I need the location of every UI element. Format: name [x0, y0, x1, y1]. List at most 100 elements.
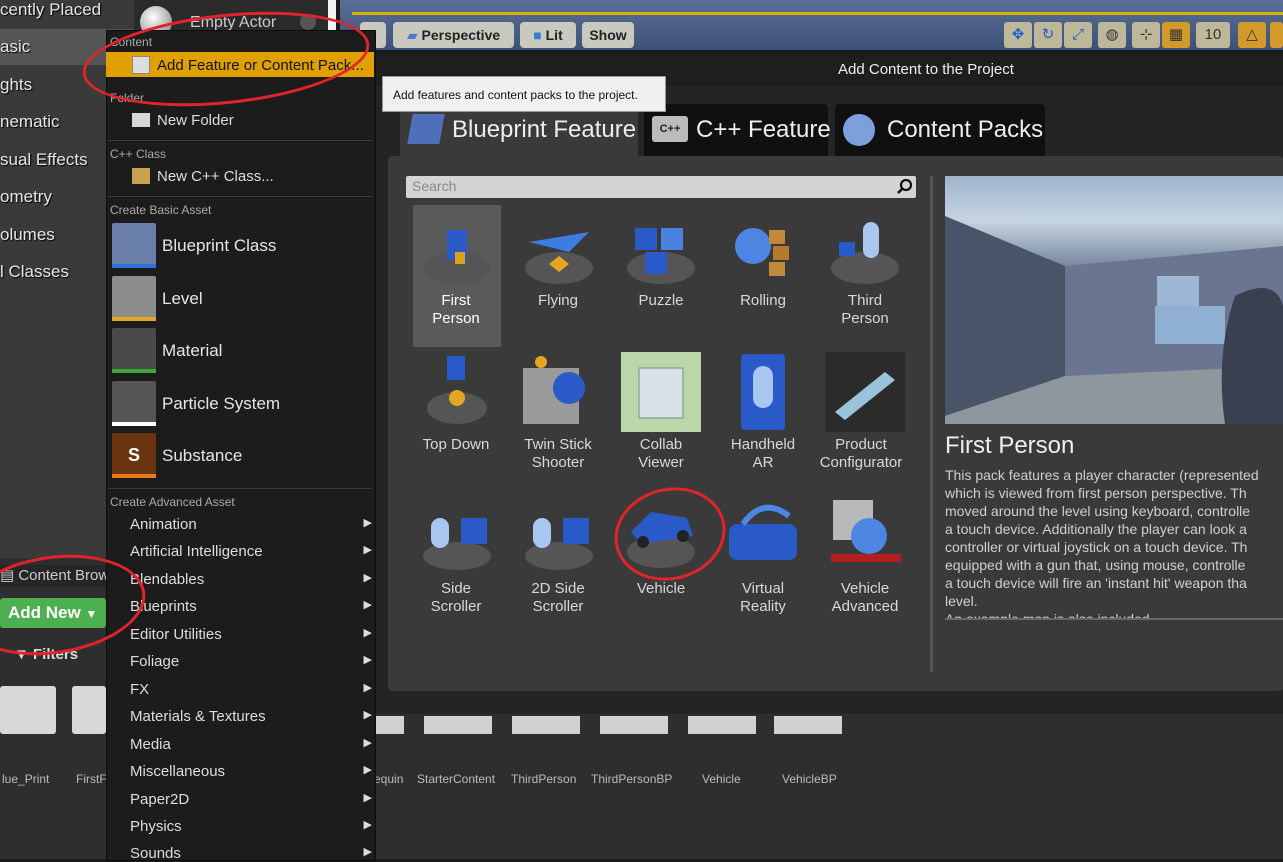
rolling-icon[interactable] — [723, 212, 803, 292]
blueprint-class-item[interactable]: Blueprint Class — [162, 236, 276, 256]
material-item[interactable]: Material — [162, 341, 222, 361]
blueprint-class-icon — [112, 223, 156, 267]
preview-separator — [945, 618, 1283, 620]
particle-system-item[interactable]: Particle System — [162, 394, 280, 414]
2d-side-scroller-icon[interactable] — [519, 496, 599, 576]
flying-icon[interactable] — [519, 212, 599, 292]
menu-separator — [108, 140, 372, 141]
dialog-title: Add Content to the Project — [838, 61, 1014, 78]
substance-item[interactable]: Substance — [162, 446, 242, 466]
asset-label: StarterContent — [417, 772, 496, 786]
tile-label-third-person[interactable]: Third Person — [815, 292, 915, 328]
level-item[interactable]: Level — [162, 289, 203, 309]
splitter[interactable] — [930, 176, 933, 672]
asset-thumbnail[interactable] — [424, 716, 492, 734]
asset-thumbnail[interactable] — [688, 716, 756, 734]
tile-label-product-configurator[interactable]: Product Configurator — [815, 436, 907, 472]
chevron-right-icon: ▶ — [363, 792, 372, 804]
asset-thumbnail[interactable] — [600, 716, 668, 734]
tile-label-top-down[interactable]: Top Down — [406, 436, 506, 454]
tooltip: Add features and content packs to the pr… — [382, 76, 666, 112]
tile-label-collab-viewer[interactable]: Collab Viewer — [611, 436, 711, 472]
asset-label: VehicleBP — [782, 772, 837, 786]
category-recently-placed[interactable]: cently Placed — [0, 0, 134, 28]
tile-label-flying[interactable]: Flying — [508, 292, 608, 310]
tab-label: Blueprint Feature — [452, 116, 637, 143]
first-person-icon[interactable] — [417, 212, 497, 292]
tile-label-rolling[interactable]: Rolling — [713, 292, 813, 310]
new-folder-item[interactable]: New Folder — [157, 112, 234, 129]
grid-snap-value[interactable]: 10 — [1196, 22, 1230, 48]
chevron-right-icon: ▶ — [363, 846, 372, 858]
asset-type-bar — [112, 317, 156, 321]
tile-label-first-person[interactable]: First Person — [406, 292, 506, 328]
tile-label-vehicle[interactable]: Vehicle — [611, 580, 711, 598]
lit-button[interactable]: ■ Lit — [520, 22, 576, 48]
asset-type-bar — [112, 474, 156, 478]
rotation-snap-icon[interactable]: △ — [1238, 22, 1266, 48]
asset-type-bar — [112, 422, 156, 426]
asset-label: ThirdPerson — [511, 772, 577, 786]
side-scroller-icon[interactable] — [417, 496, 497, 576]
level-icon — [112, 276, 156, 320]
grid-snap-icon[interactable]: ▦ — [1162, 22, 1190, 48]
tab-label: Content Packs — [887, 116, 1044, 143]
chevron-right-icon: ▶ — [363, 517, 372, 529]
translate-icon[interactable]: ✥ — [1004, 22, 1032, 48]
tile-label-side-scroller[interactable]: Side Scroller — [406, 580, 506, 616]
particle-system-icon — [112, 381, 156, 425]
virtual-reality-icon[interactable] — [723, 496, 803, 576]
world-icon[interactable]: ◍ — [1098, 22, 1126, 48]
third-person-icon[interactable] — [825, 212, 905, 292]
asset-thumbnail[interactable] — [0, 686, 56, 734]
menu-section-cpp: C++ Class — [110, 147, 167, 161]
tab-label: C++ Feature — [696, 116, 831, 143]
preview-description: This pack features a player character (r… — [945, 467, 1259, 620]
search-input[interactable] — [406, 176, 916, 198]
substance-icon: S — [112, 433, 156, 477]
asset-thumbnail[interactable] — [374, 716, 404, 734]
cpp-icon: C++ — [652, 116, 688, 142]
viewport-highlight — [352, 12, 1283, 15]
tile-label-vehicle-advanced[interactable]: Vehicle Advanced — [815, 580, 915, 616]
rotate-icon[interactable]: ↻ — [1034, 22, 1062, 48]
tile-label-puzzle[interactable]: Puzzle — [611, 292, 711, 310]
new-cpp-class-item[interactable]: New C++ Class... — [157, 168, 274, 185]
asset-label: Vehicle — [702, 772, 741, 786]
tile-label-handheld-ar[interactable]: Handheld AR — [713, 436, 813, 472]
chevron-right-icon: ▶ — [363, 682, 372, 694]
puzzle-icon[interactable] — [621, 212, 701, 292]
chevron-right-icon: ▶ — [363, 544, 372, 556]
handheld-ar-icon[interactable] — [723, 352, 803, 432]
asset-thumbnail[interactable] — [512, 716, 580, 734]
content-browser-assets — [374, 714, 1283, 859]
asset-label: equin — [374, 772, 404, 786]
asset-type-bar — [112, 369, 156, 373]
tile-label-2d-side-scroller[interactable]: 2D Side Scroller — [508, 580, 608, 616]
perspective-button[interactable]: ▰ Perspective — [393, 22, 514, 48]
vehicle-advanced-icon[interactable] — [825, 496, 905, 576]
tile-label-virtual-reality[interactable]: Virtual Reality — [713, 580, 813, 616]
asset-thumbnail[interactable] — [72, 686, 106, 734]
preview-title: First Person — [945, 432, 1075, 459]
collab-viewer-icon[interactable] — [621, 352, 701, 432]
preview-image — [945, 176, 1283, 424]
folder-icon — [132, 113, 150, 127]
surface-snap-icon[interactable]: ⊹ — [1132, 22, 1160, 48]
tile-label-twin-stick-shooter[interactable]: Twin Stick Shooter — [508, 436, 608, 472]
asset-type-bar — [112, 264, 156, 268]
chevron-right-icon: ▶ — [363, 599, 372, 611]
menu-section-advanced: Create Advanced Asset — [110, 495, 235, 509]
scale-icon[interactable]: ⤢ — [1064, 22, 1092, 48]
menu-separator — [108, 488, 372, 489]
cpp-class-icon — [132, 168, 150, 184]
asset-label: lue_Print — [2, 772, 50, 786]
top-down-icon[interactable] — [417, 352, 497, 432]
show-button[interactable]: Show — [582, 22, 634, 48]
product-configurator-icon[interactable] — [825, 352, 905, 432]
search-icon[interactable] — [896, 178, 914, 196]
twin-stick-shooter-icon[interactable] — [519, 352, 599, 432]
asset-thumbnail[interactable] — [774, 716, 842, 734]
scale-snap-icon[interactable] — [1270, 22, 1283, 48]
material-icon — [112, 328, 156, 372]
